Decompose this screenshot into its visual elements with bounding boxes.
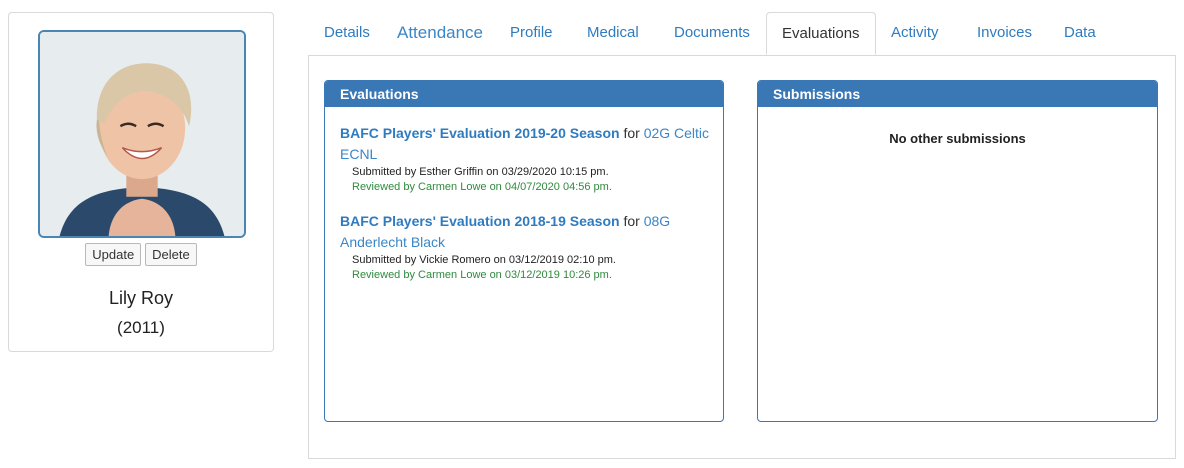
evaluation-item: BAFC Players' Evaluation 2018-19 Season … [325, 211, 723, 283]
evaluation-link[interactable]: BAFC Players' Evaluation 2018-19 Season [340, 213, 620, 229]
evaluation-reviewed: Reviewed by Carmen Lowe on 04/07/2020 04… [352, 181, 612, 193]
evaluation-reviewed: Reviewed by Carmen Lowe on 03/12/2019 10… [352, 269, 612, 281]
tab-profile[interactable]: Profile [510, 12, 553, 55]
evaluation-title-line: BAFC Players' Evaluation 2018-19 Season … [340, 211, 711, 253]
tab-invoices[interactable]: Invoices [977, 12, 1032, 55]
evaluations-panel-header: Evaluations [325, 81, 723, 107]
evaluation-for-text: for [623, 125, 640, 141]
evaluation-title-line: BAFC Players' Evaluation 2019-20 Season … [340, 123, 711, 165]
delete-photo-button[interactable]: Delete [145, 243, 197, 266]
evaluation-for-text: for [623, 213, 640, 229]
photo-buttons: Update Delete [9, 243, 273, 266]
tab-medical[interactable]: Medical [587, 12, 639, 55]
tab-bar: Details Attendance Profile Medical Docum… [310, 12, 1174, 56]
submissions-panel-header: Submissions [758, 81, 1157, 107]
no-submissions-message: No other submissions [889, 131, 1026, 146]
player-name: Lily Roy [108, 288, 174, 308]
evaluation-link[interactable]: BAFC Players' Evaluation 2019-20 Season [340, 125, 620, 141]
tab-details[interactable]: Details [324, 12, 370, 55]
evaluation-submitted: Submitted by Esther Griffin on 03/29/202… [352, 166, 609, 178]
submissions-panel: Submissions No other submissions [757, 80, 1158, 422]
profile-card: Update Delete Lily Roy (2011) [8, 12, 274, 352]
player-birth-year: (2011) [117, 318, 165, 337]
evaluation-item: BAFC Players' Evaluation 2019-20 Season … [325, 123, 723, 195]
tab-documents[interactable]: Documents [674, 12, 750, 55]
tab-activity[interactable]: Activity [891, 12, 939, 55]
player-photo [38, 30, 246, 238]
tab-attendance[interactable]: Attendance [397, 12, 483, 55]
tab-evaluations[interactable]: Evaluations [766, 12, 876, 55]
evaluations-panel: Evaluations BAFC Players' Evaluation 201… [324, 80, 724, 422]
tab-data[interactable]: Data [1064, 12, 1096, 55]
update-photo-button[interactable]: Update [85, 243, 142, 266]
evaluation-submitted: Submitted by Vickie Romero on 03/12/2019… [352, 254, 616, 266]
